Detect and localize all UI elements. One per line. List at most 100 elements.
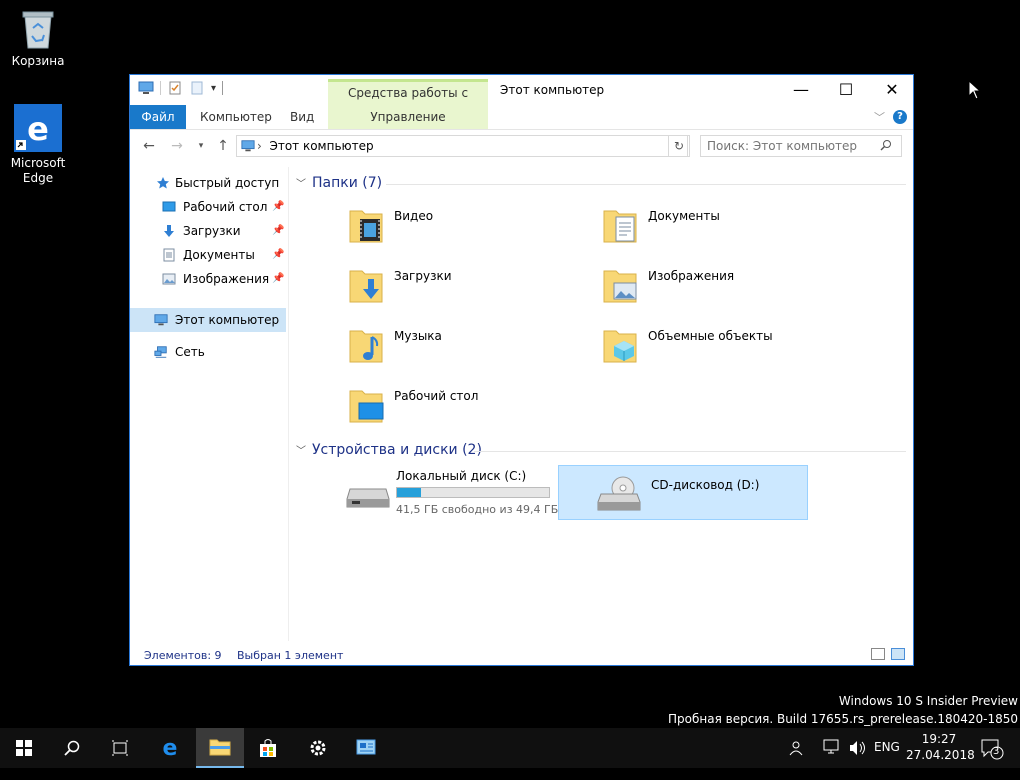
store-icon — [260, 739, 276, 757]
back-button[interactable]: ← — [140, 137, 158, 155]
documents-icon — [163, 248, 175, 262]
store-taskbar-button[interactable] — [244, 728, 292, 768]
view-switcher — [871, 648, 905, 660]
minimize-button[interactable]: — — [778, 75, 824, 105]
maximize-button[interactable]: ☐ — [823, 75, 869, 105]
edge-desktop-icon[interactable]: e Microsoft Edge — [0, 104, 76, 186]
navigation-bar: ← → ▾ ↑ › Этот компьютер ▾ ↻ — [130, 131, 913, 161]
folder-3d-objects[interactable]: Объемные объекты — [602, 325, 842, 375]
sidebar-item-label: Документы — [183, 248, 255, 262]
sidebar-item-desktop[interactable]: Рабочий стол 📌 — [130, 195, 286, 219]
folder-video[interactable]: Видео — [348, 205, 588, 255]
collapse-chevron-icon: ﹀ — [296, 446, 306, 457]
recycle-bin-desktop-icon[interactable]: Корзина — [0, 8, 76, 69]
task-view-button[interactable] — [96, 728, 144, 768]
folder-label: Изображения — [648, 269, 735, 283]
file-explorer-taskbar-button[interactable] — [196, 728, 244, 768]
action-center-button[interactable]: 3 — [980, 738, 1004, 763]
network-icon — [154, 346, 167, 358]
ribbon-right-controls: ﹀ ? — [874, 109, 907, 125]
folders-group-header[interactable]: ﹀ Папки (7) — [296, 175, 382, 191]
breadcrumb-separator: › — [257, 139, 262, 153]
taskbar: e ENG 19:27 27.04.2018 3 — [0, 728, 1020, 768]
edge-label-line2: Edge — [22, 171, 54, 185]
downloads-folder-icon — [349, 270, 383, 303]
large-icons-view-icon[interactable] — [891, 648, 905, 660]
folder-desktop[interactable]: Рабочий стол — [348, 385, 588, 435]
start-button[interactable] — [0, 728, 48, 768]
drive-tools-tab-group: Средства работы с дисками — [328, 79, 488, 122]
folder-downloads[interactable]: Загрузки — [348, 265, 588, 315]
task-view-icon — [112, 740, 128, 756]
folder-label: Рабочий стол — [394, 389, 479, 403]
pin-icon: 📌 — [272, 273, 285, 284]
volume-icon[interactable] — [848, 740, 866, 780]
sidebar-item-quick-access[interactable]: Быстрый доступ — [130, 171, 286, 195]
sidebar-item-documents[interactable]: Документы 📌 — [130, 243, 286, 267]
app-taskbar-button[interactable] — [342, 728, 390, 768]
show-hidden-icons[interactable] — [822, 738, 842, 778]
address-bar[interactable]: › Этот компьютер ▾ — [236, 135, 774, 157]
navigation-pane: Быстрый доступ Рабочий стол 📌 Загрузки 📌… — [130, 167, 289, 641]
computer-icon — [241, 140, 255, 152]
people-icon[interactable] — [788, 740, 804, 780]
folder-music[interactable]: Музыка — [348, 325, 588, 375]
star-icon — [157, 177, 169, 189]
video-folder-icon — [349, 210, 383, 243]
edge-label-line1: Microsoft — [10, 156, 66, 170]
properties-icon[interactable] — [167, 81, 183, 95]
3d-objects-folder-icon — [603, 330, 637, 363]
language-indicator[interactable]: ENG — [874, 740, 900, 780]
svg-text:e: e — [163, 737, 178, 759]
drive-cd-d[interactable]: CD-дисковод (D:) — [558, 465, 808, 520]
tab-manage[interactable]: Управление — [328, 105, 488, 129]
search-input[interactable] — [700, 135, 902, 157]
pictures-icon — [162, 273, 176, 285]
group-title: Папки (7) — [312, 175, 383, 191]
qat-separator — [222, 81, 224, 95]
notification-count: 3 — [993, 746, 1000, 757]
recycle-bin-label: Корзина — [11, 54, 65, 68]
downloads-icon — [164, 225, 174, 237]
edge-taskbar-button[interactable]: e — [146, 728, 194, 768]
system-clock[interactable]: 19:27 27.04.2018 — [906, 731, 975, 763]
expand-ribbon-icon[interactable]: ﹀ — [874, 109, 885, 125]
sidebar-item-label: Рабочий стол — [183, 200, 268, 214]
ribbon-tabs: Файл Компьютер Вид Управление ﹀ ? — [130, 105, 913, 130]
sidebar-item-this-pc[interactable]: Этот компьютер — [130, 308, 286, 332]
close-button[interactable]: ✕ — [869, 75, 915, 105]
folder-pictures[interactable]: Изображения — [602, 265, 842, 315]
recycle-bin-icon — [20, 8, 56, 50]
recent-locations-icon[interactable]: ▾ — [192, 137, 210, 155]
qat-dropdown-icon[interactable]: ▾ — [211, 83, 216, 94]
up-button[interactable]: ↑ — [214, 137, 232, 155]
help-icon[interactable]: ? — [893, 110, 907, 124]
tab-computer[interactable]: Компьютер — [200, 105, 272, 129]
tab-file[interactable]: Файл — [130, 105, 186, 129]
search-icon[interactable] — [880, 139, 892, 154]
forward-button[interactable]: → — [168, 137, 186, 155]
settings-taskbar-button[interactable] — [294, 728, 342, 768]
clock-time: 19:27 — [921, 732, 957, 746]
refresh-button[interactable]: ↻ — [668, 135, 690, 157]
pin-icon: 📌 — [272, 249, 285, 260]
svg-text:e: e — [27, 110, 49, 148]
edge-icon: e — [163, 737, 178, 759]
search-taskbar-button[interactable] — [48, 728, 96, 768]
sidebar-item-downloads[interactable]: Загрузки 📌 — [130, 219, 286, 243]
drive-local-c[interactable]: Локальный диск (C:) 41,5 ГБ свободно из … — [340, 465, 590, 520]
details-view-icon[interactable] — [871, 648, 885, 660]
documents-folder-icon — [603, 210, 637, 243]
edge-icon: e — [14, 104, 62, 152]
pin-icon: 📌 — [272, 201, 285, 212]
sidebar-item-network[interactable]: Сеть — [130, 340, 286, 364]
folder-documents[interactable]: Документы — [602, 205, 842, 255]
drive-name: Локальный диск (C:) — [396, 469, 527, 483]
build-watermark-line1: Windows 10 S Insider Preview — [838, 694, 1018, 708]
window-title: Этот компьютер — [500, 83, 605, 97]
desktop-folder-icon — [349, 390, 384, 423]
devices-group-header[interactable]: ﹀ Устройства и диски (2) — [296, 442, 482, 458]
new-folder-icon[interactable] — [189, 81, 205, 95]
tab-view[interactable]: Вид — [290, 105, 314, 129]
sidebar-item-pictures[interactable]: Изображения 📌 — [130, 267, 286, 291]
